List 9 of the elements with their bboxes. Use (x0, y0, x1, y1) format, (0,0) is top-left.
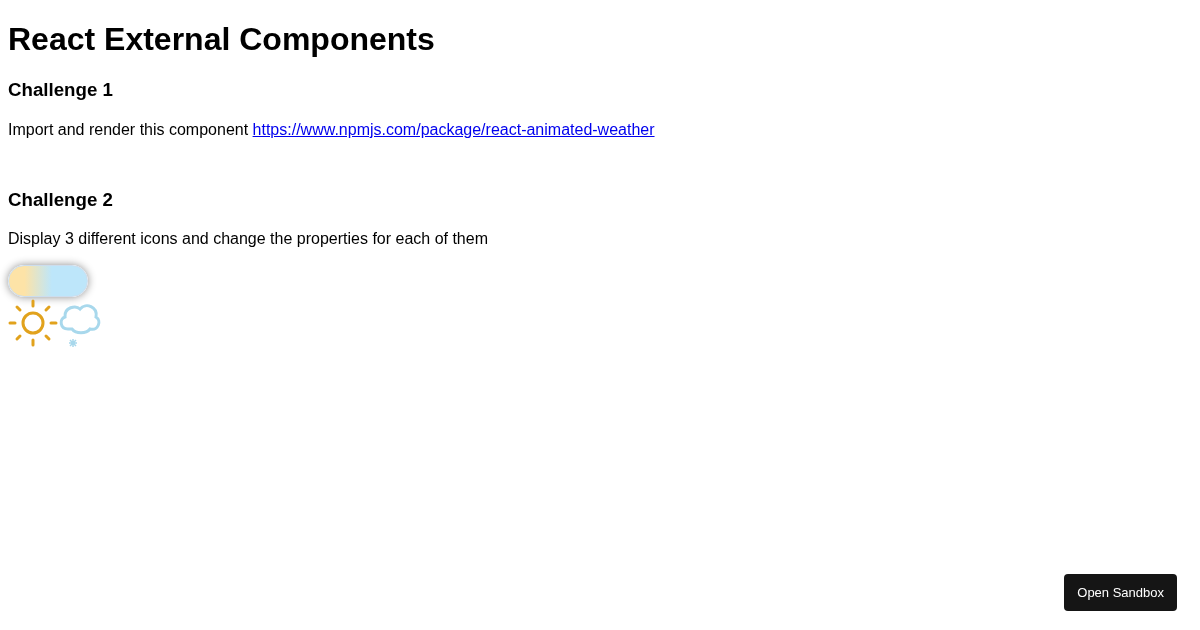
theme-toggle[interactable] (8, 264, 88, 297)
instruction-text: Display 3 different icons and change the properties for each of them (8, 229, 489, 249)
section-heading: Challenge 2 (8, 189, 114, 212)
instruction-text: Import and render this component https://www.npmjs.com/package/react-animated-weather (8, 119, 656, 139)
sun-icon (8, 298, 58, 347)
package-link[interactable]: https://www.npmjs.com/package/react-animated-weather (252, 120, 655, 138)
open-sandbox-button[interactable]: Open Sandbox (1064, 573, 1177, 611)
page-title: React External Components (8, 20, 436, 59)
section-heading: Challenge 1 (8, 79, 114, 102)
